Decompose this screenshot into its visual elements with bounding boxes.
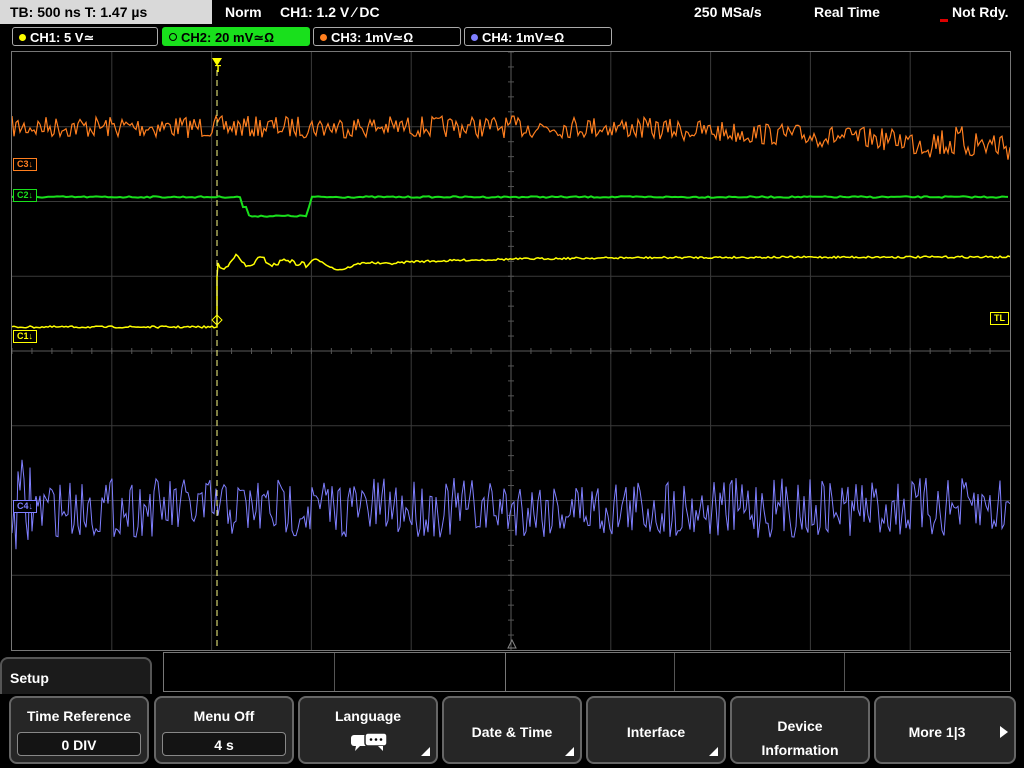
time-reference-softkey[interactable]: Time Reference 0 DIV [9, 696, 149, 764]
channel-1-offset-marker[interactable]: C1↓ [13, 330, 38, 343]
channel-1-dot-icon [19, 34, 26, 41]
channel-2-dot-icon [169, 33, 177, 41]
status-indicator [940, 19, 948, 22]
menu-off-softkey[interactable]: Menu Off 4 s [154, 696, 294, 764]
speech-bubbles-icon [351, 732, 388, 751]
trigger-position-label: T [215, 64, 222, 75]
softkey-bar: Time Reference 0 DIV Menu Off 4 s Langua… [0, 694, 1024, 768]
acquisition-mode: Real Time [814, 4, 880, 20]
interface-softkey[interactable]: Interface [586, 696, 726, 764]
menu-off-value: 4 s [162, 732, 286, 756]
sub-panel [163, 652, 1011, 692]
language-softkey[interactable]: Language [298, 696, 438, 764]
channel-3-button[interactable]: CH3: 1mV≃Ω [313, 27, 461, 46]
channel-3-dot-icon [320, 34, 327, 41]
channel-4-offset-marker[interactable]: C4↓ [13, 500, 38, 513]
next-page-icon [1000, 726, 1008, 738]
submenu-indicator-icon [421, 747, 430, 756]
device-information-softkey[interactable]: Device Information [730, 696, 870, 764]
date-time-softkey[interactable]: Date & Time [442, 696, 582, 764]
trigger-level-marker[interactable]: TL [990, 312, 1009, 325]
more-softkey[interactable]: More 1|3 [874, 696, 1016, 764]
channel-2-button[interactable]: CH2: 20 mV≃Ω [162, 27, 310, 46]
channel-bar: CH1: 5 V≃ CH2: 20 mV≃Ω CH3: 1mV≃Ω CH4: 1… [0, 26, 1024, 48]
waveform-display[interactable]: T C3↓ C2↓ C1↓ C4↓ TL [11, 51, 1011, 651]
sample-rate: 250 MSa/s [694, 4, 762, 20]
menu-title: Setup [0, 657, 152, 697]
channel-1-button[interactable]: CH1: 5 V≃ [12, 27, 158, 46]
time-reference-value: 0 DIV [17, 732, 141, 756]
channel-3-offset-marker[interactable]: C3↓ [13, 158, 38, 171]
channel-2-trace [12, 195, 1009, 218]
run-status: Not Rdy. [952, 4, 1009, 20]
submenu-indicator-icon [565, 747, 574, 756]
waveform-graticule [12, 52, 1010, 650]
trigger-source[interactable]: CH1: 1.2 V ∕ DC [280, 0, 380, 24]
channel-4-button[interactable]: CH4: 1mV≃Ω [464, 27, 612, 46]
timebase-readout[interactable]: TB: 500 ns T: 1.47 µs [0, 0, 212, 24]
center-marker-icon [507, 638, 517, 649]
channel-2-offset-marker[interactable]: C2↓ [13, 189, 38, 202]
status-bar: TB: 500 ns T: 1.47 µs Norm CH1: 1.2 V ∕ … [0, 0, 1024, 24]
trigger-mode[interactable]: Norm [225, 0, 262, 24]
submenu-indicator-icon [709, 747, 718, 756]
channel-4-dot-icon [471, 34, 478, 41]
